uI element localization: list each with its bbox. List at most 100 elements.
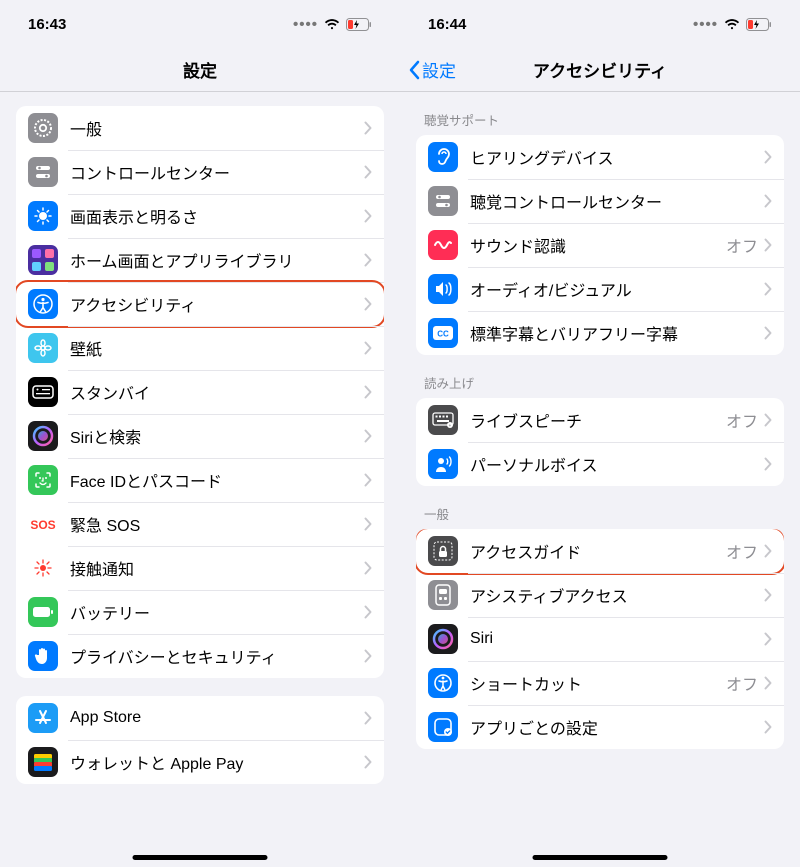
- row-label: コントロールセンター: [70, 160, 364, 184]
- wallet-icon: [28, 747, 58, 777]
- svg-text:+: +: [449, 423, 452, 428]
- wifi-icon: [324, 18, 340, 30]
- chevron-right-icon: [364, 385, 372, 399]
- row-status: オフ: [726, 539, 758, 563]
- row-label: ホーム画面とアプリライブラリ: [70, 248, 364, 272]
- row-status: オフ: [726, 671, 758, 695]
- row-cc[interactable]: CC 標準字幕とバリアフリー字幕: [416, 311, 784, 355]
- home-indicator[interactable]: [133, 855, 268, 860]
- section-header: 読み上げ: [416, 355, 784, 398]
- ear-icon: [428, 142, 458, 172]
- settings-list[interactable]: 一般 コントロールセンター 画面表示と明るさ ホーム画面とアプリライブラリ アク…: [0, 92, 400, 867]
- phone-right: 16:44 •••• 設定 アクセシビリティ 聴覚サポート ヒアリングデバイス …: [400, 0, 800, 867]
- lock-icon: [428, 536, 458, 566]
- faceid-icon: [28, 465, 58, 495]
- row-brightness[interactable]: 画面表示と明るさ: [16, 194, 384, 238]
- row-label: Siri: [470, 630, 764, 648]
- row-exposure[interactable]: 接触通知: [16, 546, 384, 590]
- settings-group: App Store ウォレットと Apple Pay: [16, 696, 384, 784]
- row-lock[interactable]: アクセスガイド オフ: [416, 529, 784, 573]
- chevron-right-icon: [364, 473, 372, 487]
- chevron-right-icon: [364, 429, 372, 443]
- row-label: ライブスピーチ: [470, 408, 726, 432]
- back-label: 設定: [422, 57, 456, 82]
- section-header: 聴覚サポート: [416, 92, 784, 135]
- chevron-right-icon: [364, 561, 372, 575]
- gear-icon: [28, 113, 58, 143]
- keyboard-icon: +: [428, 405, 458, 435]
- row-siri[interactable]: Siri: [416, 617, 784, 661]
- row-standby[interactable]: スタンバイ: [16, 370, 384, 414]
- row-label: 接触通知: [70, 556, 364, 580]
- per-app-icon: [428, 712, 458, 742]
- row-label: アプリごとの設定: [470, 715, 764, 739]
- row-gear[interactable]: 一般: [16, 106, 384, 150]
- chevron-right-icon: [764, 150, 772, 164]
- chevron-left-icon: [408, 60, 420, 80]
- chevron-right-icon: [364, 605, 372, 619]
- row-status: オフ: [726, 233, 758, 257]
- exposure-icon: [28, 553, 58, 583]
- row-status: オフ: [726, 408, 758, 432]
- row-battery[interactable]: バッテリー: [16, 590, 384, 634]
- switches-icon: [428, 186, 458, 216]
- row-ear[interactable]: ヒアリングデバイス: [416, 135, 784, 179]
- row-wallet[interactable]: ウォレットと Apple Pay: [16, 740, 384, 784]
- nav-bar: 設定: [0, 48, 400, 92]
- cc-icon: CC: [428, 318, 458, 348]
- chevron-right-icon: [364, 517, 372, 531]
- row-speaker[interactable]: オーディオ/ビジュアル: [416, 267, 784, 311]
- row-label: サウンド認識: [470, 233, 726, 257]
- chevron-right-icon: [764, 413, 772, 427]
- nav-bar: 設定 アクセシビリティ: [400, 48, 800, 92]
- row-label: 聴覚コントロールセンター: [470, 189, 764, 213]
- row-appstore[interactable]: App Store: [16, 696, 384, 740]
- chevron-right-icon: [364, 341, 372, 355]
- phone-left: 16:43 •••• 設定 一般 コントロールセンター 画面表示と明るさ ホーム…: [0, 0, 400, 867]
- settings-group: ヒアリングデバイス 聴覚コントロールセンター サウンド認識 オフ オーディオ/ビ…: [416, 135, 784, 355]
- chevron-right-icon: [364, 253, 372, 267]
- row-assistive[interactable]: アシスティブアクセス: [416, 573, 784, 617]
- wave-icon: [428, 230, 458, 260]
- row-label: オーディオ/ビジュアル: [470, 277, 764, 301]
- appstore-icon: [28, 703, 58, 733]
- row-flower[interactable]: 壁紙: [16, 326, 384, 370]
- chevron-right-icon: [764, 282, 772, 296]
- status-time: 16:44: [428, 16, 466, 33]
- row-accessibility[interactable]: アクセシビリティ: [16, 282, 384, 326]
- chevron-right-icon: [364, 209, 372, 223]
- row-label: Siriと検索: [70, 424, 364, 448]
- grid-icon: [28, 245, 58, 275]
- row-label: スタンバイ: [70, 380, 364, 404]
- row-siri[interactable]: Siriと検索: [16, 414, 384, 458]
- status-icons: ••••: [293, 16, 372, 33]
- row-label: 一般: [70, 116, 364, 140]
- cellular-icon: ••••: [293, 16, 318, 33]
- home-indicator[interactable]: [533, 855, 668, 860]
- chevron-right-icon: [764, 544, 772, 558]
- hand-icon: [28, 641, 58, 671]
- page-title: アクセシビリティ: [533, 57, 667, 82]
- siri-icon: [28, 421, 58, 451]
- wifi-icon: [724, 18, 740, 30]
- row-person-voice[interactable]: パーソナルボイス: [416, 442, 784, 486]
- row-per-app[interactable]: アプリごとの設定: [416, 705, 784, 749]
- row-switches[interactable]: 聴覚コントロールセンター: [416, 179, 784, 223]
- row-keyboard[interactable]: + ライブスピーチ オフ: [416, 398, 784, 442]
- row-grid[interactable]: ホーム画面とアプリライブラリ: [16, 238, 384, 282]
- accessibility-list[interactable]: 聴覚サポート ヒアリングデバイス 聴覚コントロールセンター サウンド認識 オフ …: [400, 92, 800, 867]
- row-label: Face IDとパスコード: [70, 468, 364, 492]
- back-button[interactable]: 設定: [408, 57, 456, 82]
- row-faceid[interactable]: Face IDとパスコード: [16, 458, 384, 502]
- row-label: アクセシビリティ: [70, 292, 364, 316]
- row-label: バッテリー: [70, 600, 364, 624]
- row-switches[interactable]: コントロールセンター: [16, 150, 384, 194]
- chevron-right-icon: [764, 632, 772, 646]
- row-wave[interactable]: サウンド認識 オフ: [416, 223, 784, 267]
- row-label: アシスティブアクセス: [470, 583, 764, 607]
- row-hand[interactable]: プライバシーとセキュリティ: [16, 634, 384, 678]
- row-shortcut[interactable]: ショートカット オフ: [416, 661, 784, 705]
- row-sos[interactable]: SOS 緊急 SOS: [16, 502, 384, 546]
- status-bar: 16:43 ••••: [0, 0, 400, 48]
- row-label: 壁紙: [70, 336, 364, 360]
